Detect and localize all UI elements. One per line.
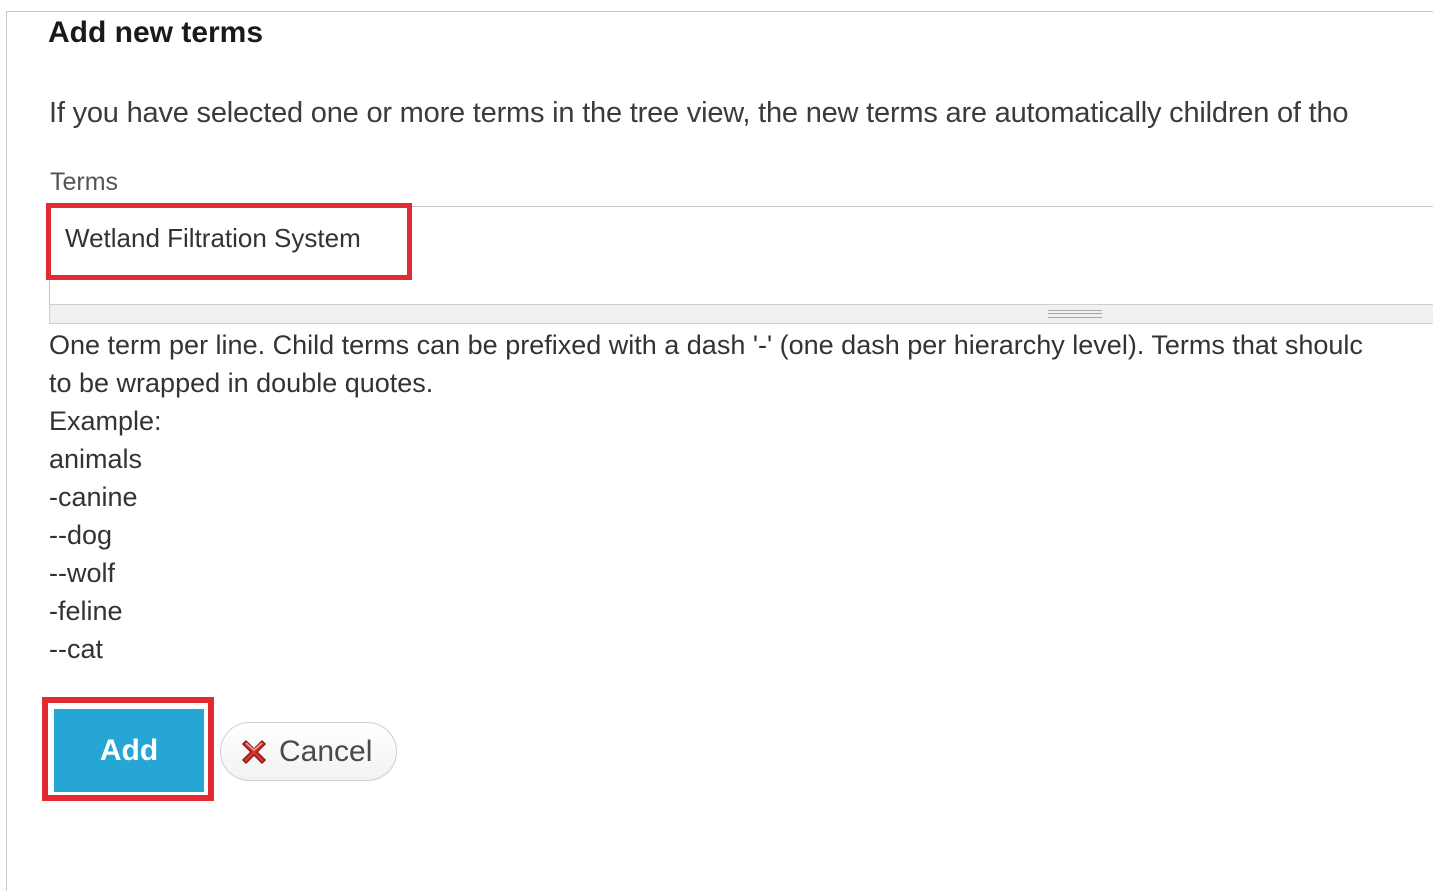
intro-text: If you have selected one or more terms i… xyxy=(49,97,1349,129)
close-x-icon xyxy=(237,735,271,769)
description-line: to be wrapped in double quotes. xyxy=(49,368,434,398)
input-highlight-box xyxy=(46,203,412,280)
description-line: Example: xyxy=(49,406,162,436)
cancel-button[interactable]: Cancel xyxy=(220,722,397,781)
description-line: --wolf xyxy=(49,558,115,588)
fieldset-legend: Add new terms xyxy=(44,14,270,52)
textarea-resize-grip[interactable] xyxy=(49,304,1433,324)
description-line: animals xyxy=(49,444,143,474)
description-line: --dog xyxy=(49,520,113,550)
terms-description: One term per line. Child terms can be pr… xyxy=(49,326,1433,668)
description-line: -canine xyxy=(49,482,138,512)
description-line: --cat xyxy=(49,634,103,664)
description-line: -feline xyxy=(49,596,123,626)
add-highlight-box xyxy=(42,697,214,801)
terms-label: Terms xyxy=(50,168,119,196)
cancel-label: Cancel xyxy=(279,734,373,768)
description-line: One term per line. Child terms can be pr… xyxy=(49,330,1363,360)
grip-handle-icon[interactable] xyxy=(1048,310,1102,318)
